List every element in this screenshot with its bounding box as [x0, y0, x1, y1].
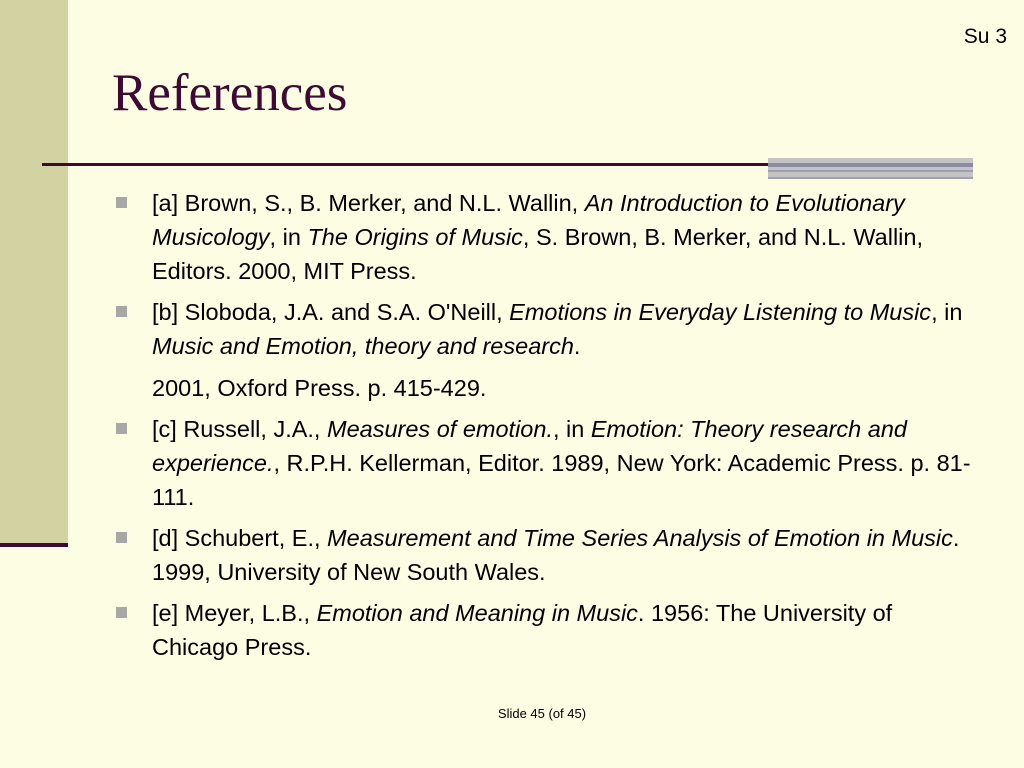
corner-label: Su 3 [963, 25, 1007, 48]
ref-text: . [573, 333, 581, 359]
title-rule-accent [768, 158, 973, 179]
ref-title: Measurement and Time Series Analysis of … [327, 525, 953, 551]
title-underline [42, 163, 772, 166]
ref-text: [e] Meyer, L.B., [152, 600, 317, 626]
ref-text: 2001, Oxford Press. p. 415-429. [152, 375, 487, 401]
reference-item-e: [e] Meyer, L.B., Emotion and Meaning in … [114, 596, 974, 664]
reference-item-a: [a] Brown, S., B. Merker, and N.L. Walli… [114, 186, 974, 288]
ref-text: , in [269, 224, 308, 250]
ref-book-title: Music and Emotion, theory and research [152, 333, 574, 359]
square-bullet-icon [116, 306, 127, 317]
square-bullet-icon [116, 197, 127, 208]
ref-title: Measures of emotion. [327, 416, 553, 442]
ref-text: , in [552, 416, 591, 442]
ref-text: [a] Brown, S., B. Merker, and N.L. Walli… [152, 190, 585, 216]
slide-title: References [112, 64, 348, 122]
slide-number-footer: Slide 45 (of 45) [497, 706, 587, 721]
ref-text: [b] Sloboda, J.A. and S.A. O'Neill, [152, 299, 510, 325]
ref-title: Emotion and Meaning in Music [316, 600, 638, 626]
side-decoration-line [0, 543, 68, 547]
ref-text: [c] Russell, J.A., [152, 416, 327, 442]
reference-list: [a] Brown, S., B. Merker, and N.L. Walli… [114, 186, 974, 671]
square-bullet-icon [116, 607, 127, 618]
reference-item-c: [c] Russell, J.A., Measures of emotion.,… [114, 412, 974, 514]
square-bullet-icon [116, 423, 127, 434]
side-decoration-bar [0, 0, 68, 545]
ref-title: Emotions in Everyday Listening to Music [509, 299, 932, 325]
square-bullet-icon [116, 532, 127, 543]
ref-text: [d] Schubert, E., [152, 525, 328, 551]
ref-text: , R.P.H. Kellerman, Editor. 1989, New Yo… [152, 450, 971, 510]
title-rule-accent-line [768, 163, 973, 167]
ref-book-title: The Origins of Music [307, 224, 523, 250]
ref-text: , in [931, 299, 963, 325]
reference-item-b: [b] Sloboda, J.A. and S.A. O'Neill, Emot… [114, 295, 974, 405]
reference-item-d: [d] Schubert, E., Measurement and Time S… [114, 521, 974, 589]
